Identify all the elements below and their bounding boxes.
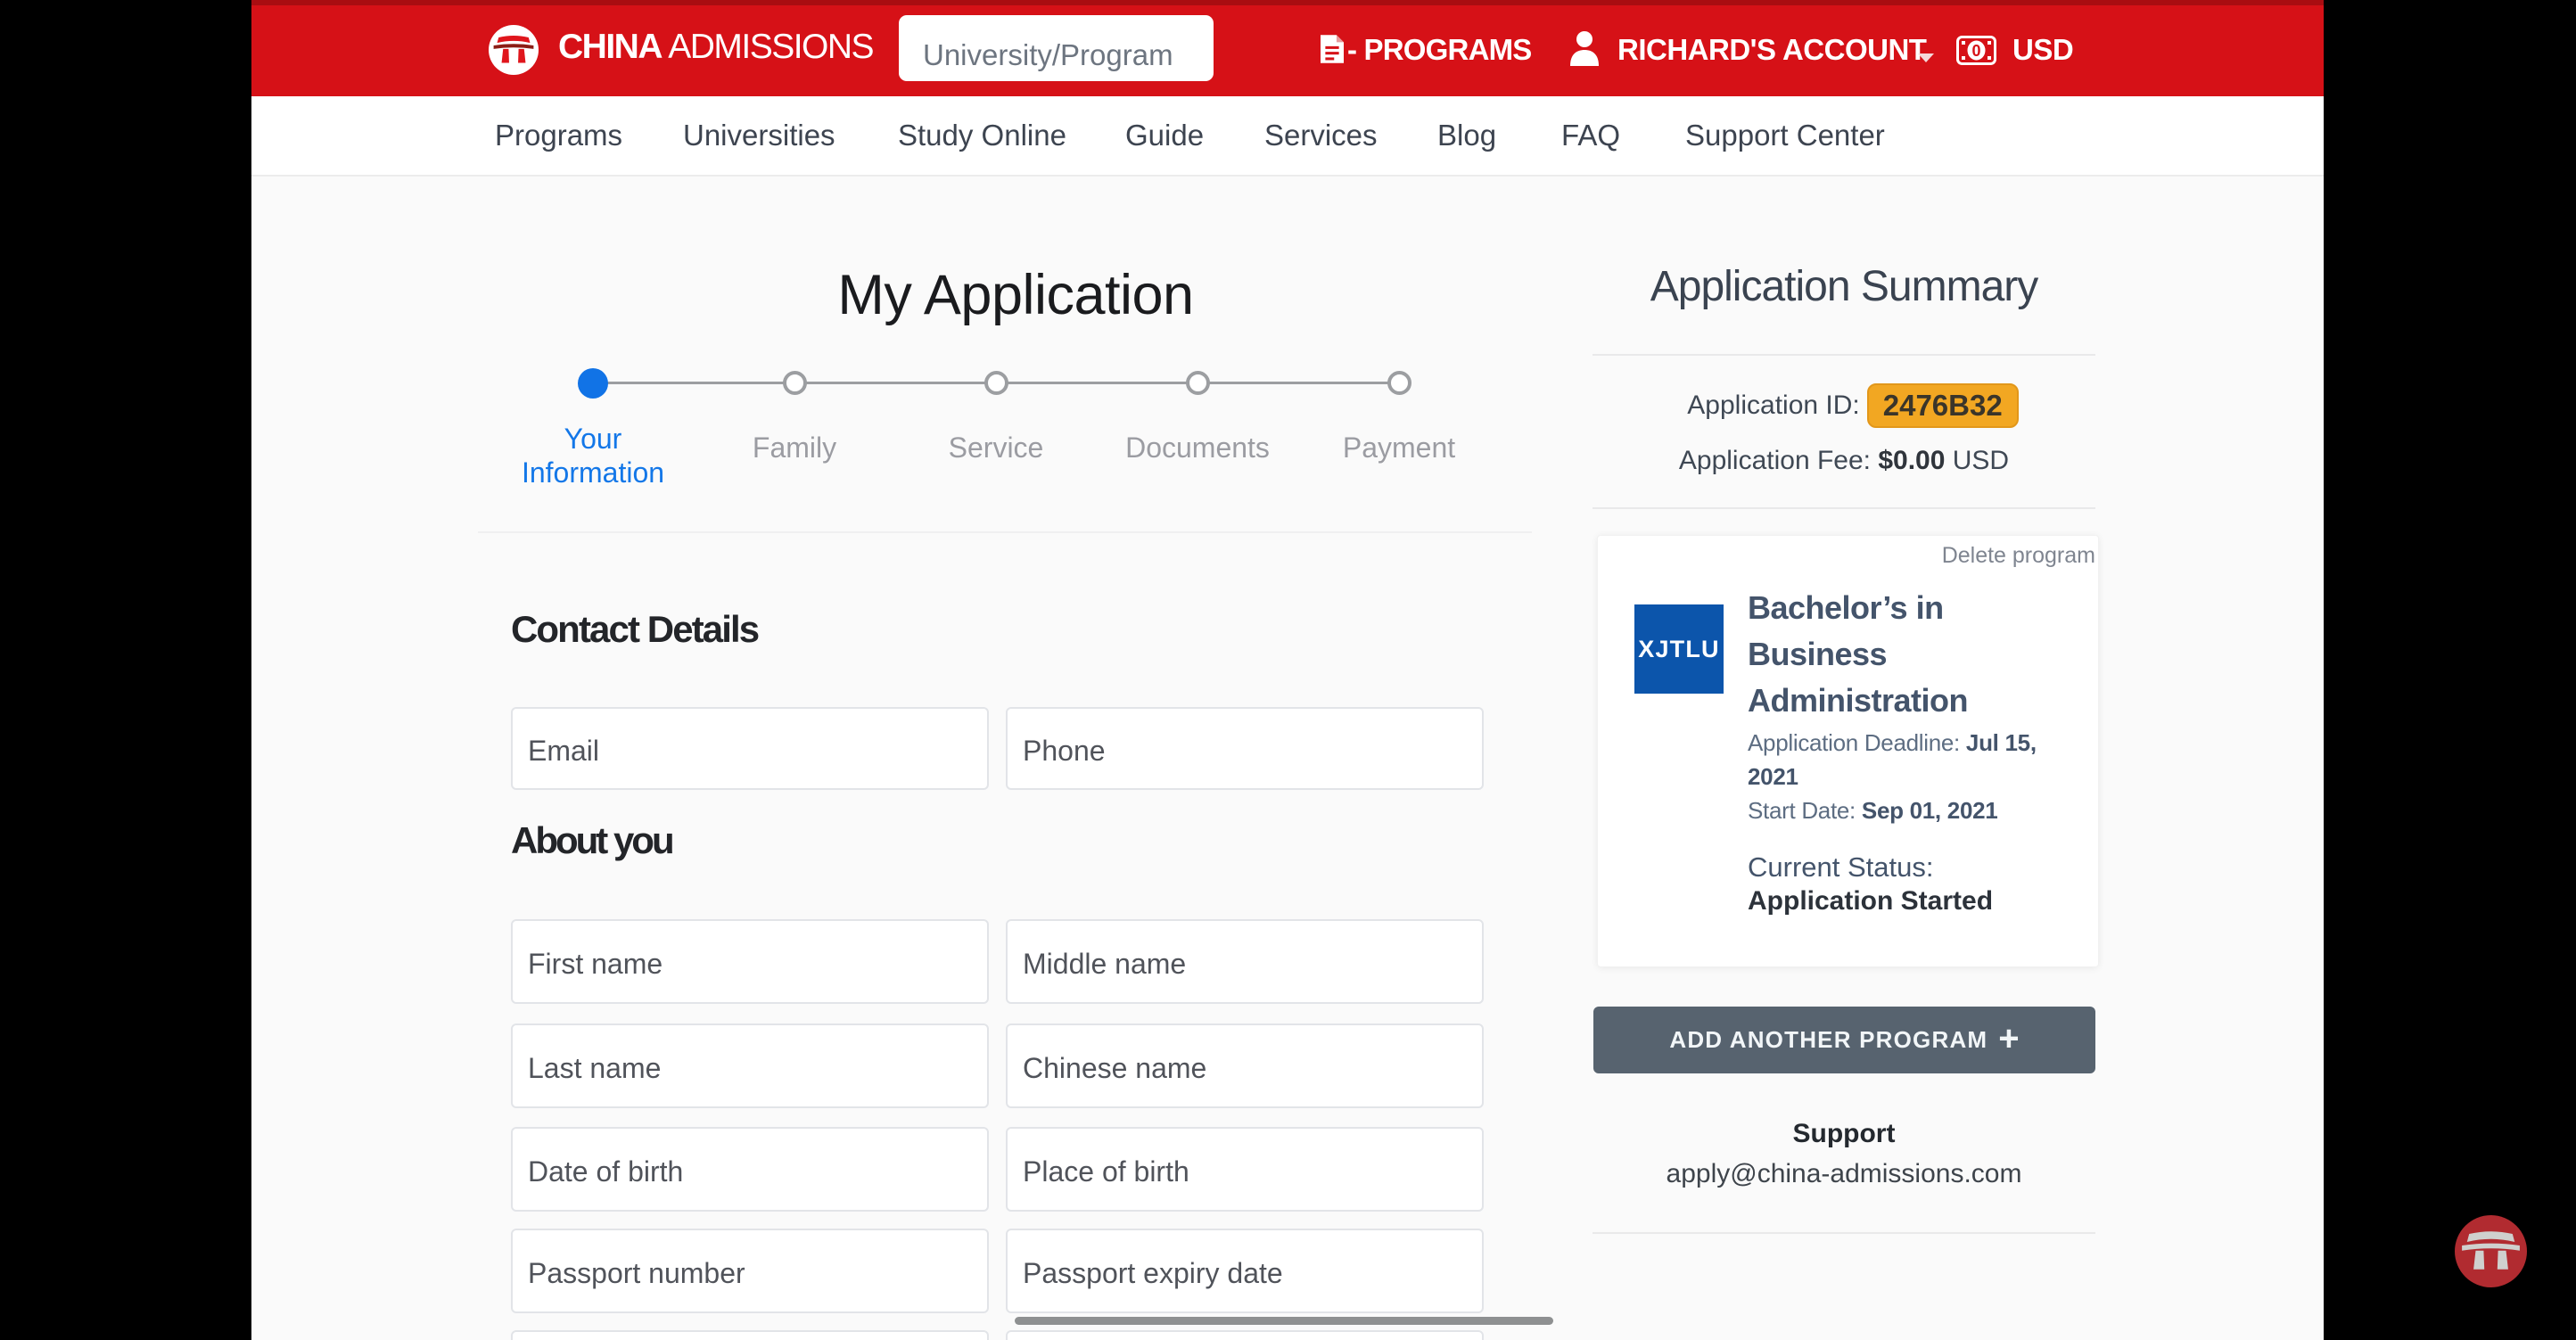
svg-text:0: 0 <box>1971 42 1980 60</box>
